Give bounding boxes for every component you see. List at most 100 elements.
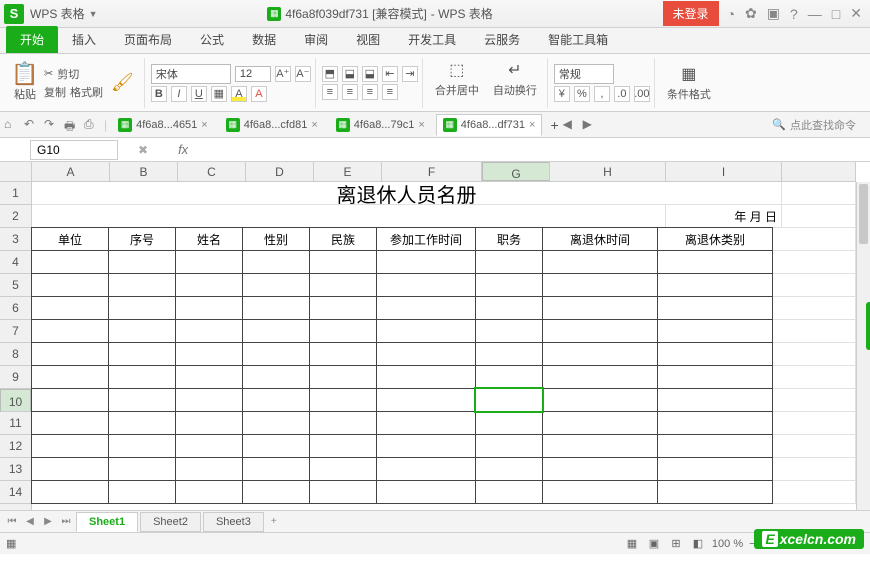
col-header-G[interactable]: G	[482, 162, 550, 181]
row-header-10[interactable]: 10	[0, 389, 31, 412]
cell[interactable]	[175, 250, 243, 274]
cell[interactable]	[475, 250, 543, 274]
col-header-F[interactable]: F	[382, 162, 482, 181]
view-reader-button[interactable]: ◧	[690, 536, 706, 552]
cell[interactable]	[475, 480, 543, 504]
qa-undo-icon[interactable]: ↶	[24, 117, 40, 133]
doc-tab-3[interactable]: ▦4f6a8...79c1×	[329, 114, 432, 136]
cell[interactable]	[376, 319, 476, 343]
align-right-button[interactable]: ≡	[362, 84, 378, 100]
paste-button[interactable]: 📋 粘贴	[8, 62, 42, 104]
col-header-E[interactable]: E	[314, 162, 382, 181]
cell[interactable]	[31, 273, 109, 297]
qa-home-icon[interactable]: ⌂	[4, 117, 20, 133]
add-sheet-button[interactable]: +	[266, 514, 282, 530]
cell[interactable]	[242, 480, 310, 504]
cell[interactable]	[31, 319, 109, 343]
row-header-8[interactable]: 8	[0, 343, 31, 366]
cell[interactable]	[31, 250, 109, 274]
cell[interactable]	[376, 342, 476, 366]
decrease-decimal-button[interactable]: .00	[634, 86, 650, 102]
cell[interactable]	[309, 273, 377, 297]
tab-data[interactable]: 数据	[238, 26, 290, 53]
minimize-button[interactable]: —	[808, 6, 822, 22]
cell[interactable]	[542, 250, 658, 274]
cell[interactable]	[542, 388, 658, 412]
header-name[interactable]: 姓名	[175, 227, 243, 251]
doc-tab-1[interactable]: ▦4f6a8...4651×	[111, 114, 215, 136]
cell[interactable]	[242, 319, 310, 343]
percent-button[interactable]: %	[574, 86, 590, 102]
row-header-5[interactable]: 5	[0, 274, 31, 297]
row-header-6[interactable]: 6	[0, 297, 31, 320]
sheet-nav-last[interactable]: ⏭	[58, 514, 74, 530]
cell[interactable]	[475, 457, 543, 481]
format-brush[interactable]: 🖌	[105, 70, 140, 95]
cell[interactable]	[542, 434, 658, 458]
header-unit[interactable]: 单位	[31, 227, 109, 251]
cell[interactable]	[542, 457, 658, 481]
doc-tab-2[interactable]: ▦4f6a8...cfd81×	[219, 114, 325, 136]
cell[interactable]	[376, 434, 476, 458]
cell[interactable]	[657, 480, 773, 504]
cell[interactable]	[657, 411, 773, 435]
cell[interactable]	[475, 434, 543, 458]
header-index[interactable]: 序号	[108, 227, 176, 251]
cell[interactable]	[108, 273, 176, 297]
tab-cloud[interactable]: 云服务	[470, 26, 534, 53]
cell[interactable]	[175, 365, 243, 389]
indent-right-button[interactable]: ⇥	[402, 66, 418, 82]
cell[interactable]	[242, 388, 310, 412]
align-center-button[interactable]: ≡	[342, 84, 358, 100]
cell[interactable]	[657, 388, 773, 412]
cloud-icon-3[interactable]: ▣	[767, 5, 780, 22]
cut-button[interactable]: ✂剪切	[44, 66, 103, 82]
cell[interactable]	[376, 388, 476, 412]
cell[interactable]	[31, 365, 109, 389]
header-retire-time[interactable]: 离退休时间	[542, 227, 658, 251]
col-header-D[interactable]: D	[246, 162, 314, 181]
col-header-I[interactable]: I	[666, 162, 782, 181]
cell[interactable]	[242, 296, 310, 320]
row-header-3[interactable]: 3	[0, 228, 31, 251]
col-header-H[interactable]: H	[550, 162, 666, 181]
cell[interactable]	[108, 411, 176, 435]
row-header-9[interactable]: 9	[0, 366, 31, 389]
tab-nav-left[interactable]: ◀	[563, 117, 579, 133]
cell[interactable]	[542, 342, 658, 366]
cloud-icon-1[interactable]: ◔	[727, 6, 735, 22]
cell[interactable]	[657, 342, 773, 366]
cell[interactable]	[175, 319, 243, 343]
cell[interactable]	[108, 319, 176, 343]
row-header-7[interactable]: 7	[0, 320, 31, 343]
cell[interactable]	[175, 273, 243, 297]
cell[interactable]	[108, 388, 176, 412]
merge-center-button[interactable]: ⬚合并居中	[429, 58, 485, 108]
cell[interactable]	[175, 342, 243, 366]
tab-view[interactable]: 视图	[342, 26, 394, 53]
cell[interactable]	[31, 388, 109, 412]
cell[interactable]	[108, 250, 176, 274]
cell[interactable]	[31, 457, 109, 481]
cell[interactable]	[108, 434, 176, 458]
help-icon[interactable]: ?	[790, 6, 798, 22]
comma-button[interactable]: ,	[594, 86, 610, 102]
wrap-text-button[interactable]: ↵自动换行	[487, 58, 543, 108]
tab-start[interactable]: 开始	[6, 26, 58, 53]
cell[interactable]	[175, 296, 243, 320]
sheet-nav-next[interactable]: ▶	[40, 514, 56, 530]
row-header-2[interactable]: 2	[0, 205, 31, 228]
align-justify-button[interactable]: ≡	[382, 84, 398, 100]
cell[interactable]	[376, 411, 476, 435]
cell[interactable]	[542, 365, 658, 389]
align-left-button[interactable]: ≡	[322, 84, 338, 100]
cell[interactable]	[475, 365, 543, 389]
cell[interactable]	[31, 411, 109, 435]
header-work-time[interactable]: 参加工作时间	[376, 227, 476, 251]
date-cell[interactable]: 年 月 日	[666, 205, 782, 228]
sheet-nav-prev[interactable]: ◀	[22, 514, 38, 530]
fill-color-button[interactable]: A	[231, 86, 247, 102]
copy-button[interactable]: 复制	[44, 84, 66, 100]
cell[interactable]	[242, 273, 310, 297]
header-ethnic[interactable]: 民族	[309, 227, 377, 251]
